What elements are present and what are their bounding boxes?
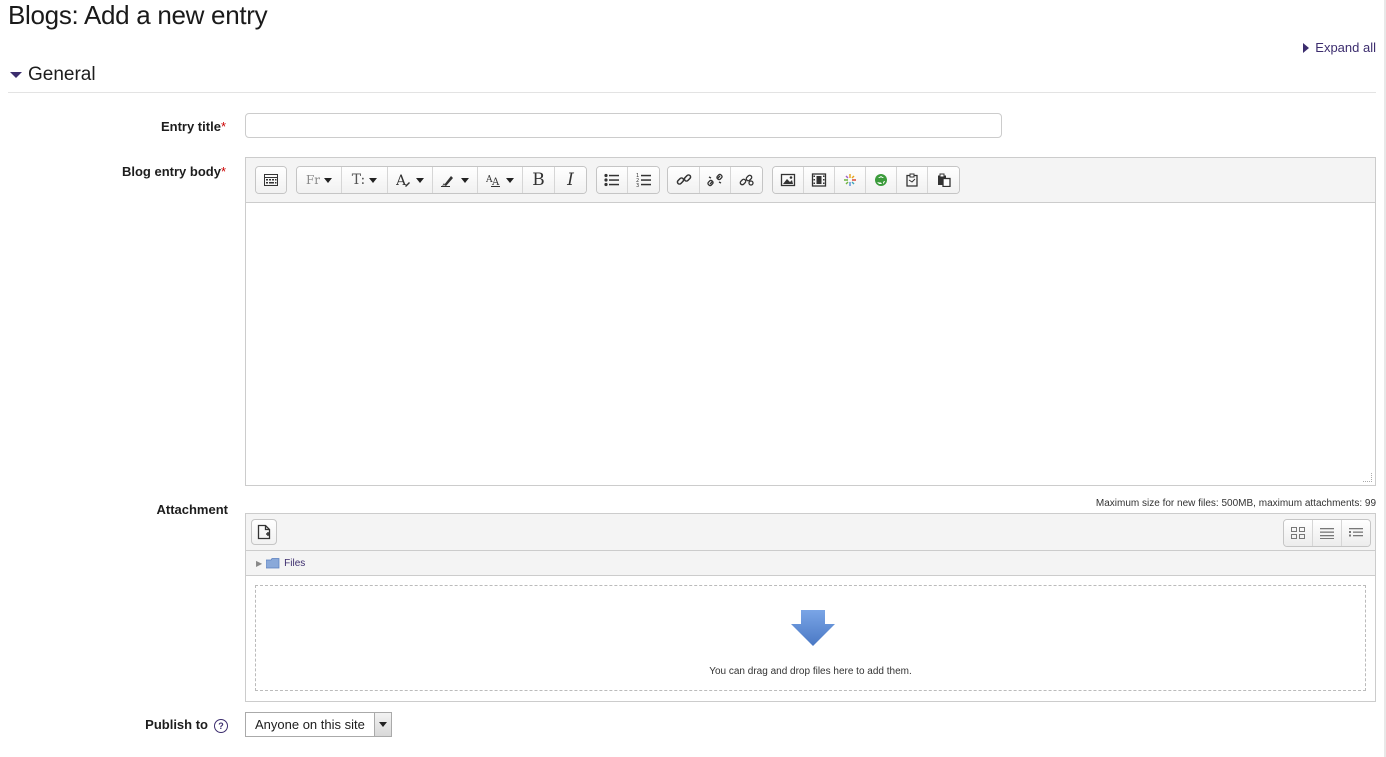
publish-to-value: Anyone on this site <box>255 717 365 732</box>
font-style-button[interactable]: AA <box>478 167 523 193</box>
help-icon[interactable]: ? <box>214 718 228 733</box>
attachment-label: Attachment <box>156 502 228 517</box>
folder-icon <box>266 557 280 568</box>
unlink-icon <box>707 173 723 187</box>
section-title: General <box>28 64 96 85</box>
show-more-buttons-button[interactable] <box>256 167 286 193</box>
font-size-label: T: <box>351 172 366 188</box>
publish-to-label: Publish to? <box>145 717 228 733</box>
insert-image-button[interactable] <box>773 167 804 193</box>
file-path-bar: ▶ Files <box>246 551 1375 576</box>
chevron-down-icon <box>416 177 424 183</box>
highlight-brush-icon <box>441 176 453 187</box>
unordered-list-button[interactable] <box>597 167 628 193</box>
font-size-button[interactable]: T: <box>342 167 388 193</box>
unlink-button[interactable] <box>700 167 731 193</box>
required-mark: * <box>220 119 226 134</box>
toolbar-group-styles: Fr T: A AA B I <box>296 166 587 194</box>
numbered-list-icon: 123 <box>636 173 651 187</box>
toolbar-group-media <box>772 166 960 194</box>
expand-all-link[interactable]: Expand all <box>1303 40 1376 55</box>
link-icon <box>676 174 691 185</box>
insert-media-button[interactable] <box>804 167 835 193</box>
image-icon <box>780 173 796 187</box>
grid-view-icon <box>1291 527 1305 539</box>
svg-text:A: A <box>396 173 407 187</box>
file-limits-text: Maximum size for new files: 500MB, maxim… <box>1095 498 1376 509</box>
editor-toolbar: Fr T: A AA B I 123 <box>246 158 1375 203</box>
font-family-button[interactable]: Fr <box>297 167 342 193</box>
chevron-down-icon <box>324 177 333 183</box>
file-manager-toolbar <box>246 514 1375 551</box>
view-tree-button[interactable] <box>1342 520 1370 546</box>
svg-text:3: 3 <box>636 183 639 187</box>
clipboard-icon <box>906 173 918 187</box>
editor-content-area[interactable] <box>246 203 1375 487</box>
publish-to-label-text: Publish to <box>145 717 208 732</box>
drop-arrow-icon <box>791 610 835 646</box>
expand-folder-icon[interactable]: ▶ <box>256 559 262 568</box>
text-color-icon: A <box>396 173 410 187</box>
manage-files-button[interactable] <box>897 167 928 193</box>
file-manager: ▶ Files You can drag and drop files here… <box>245 513 1376 702</box>
toolbar-group-lists: 123 <box>596 166 660 194</box>
paste-button[interactable] <box>928 167 959 193</box>
insert-equation-button[interactable] <box>835 167 866 193</box>
entry-title-label-text: Entry title <box>160 119 221 134</box>
general-section: General <box>8 64 1376 93</box>
page-title: Blogs: Add a new entry <box>8 0 268 30</box>
publish-to-select[interactable]: Anyone on this site <box>245 712 392 737</box>
drop-zone-text: You can drag and drop files here to add … <box>709 666 912 677</box>
general-section-toggle[interactable]: General <box>8 64 1376 93</box>
collapse-triangle-icon <box>10 72 22 78</box>
chevron-down-icon <box>461 177 469 183</box>
resize-handle-icon[interactable] <box>1363 473 1372 482</box>
ordered-list-button[interactable]: 123 <box>628 167 659 193</box>
highlight-color-button[interactable] <box>433 167 478 193</box>
expand-all-label: Expand all <box>1315 40 1376 55</box>
file-drop-zone[interactable]: You can drag and drop files here to add … <box>255 585 1366 691</box>
blog-body-editor: Fr T: A AA B I 123 <box>245 157 1376 486</box>
italic-button[interactable]: I <box>555 167 586 193</box>
blog-body-label-text: Blog entry body <box>121 164 221 179</box>
link-settings-icon <box>739 174 754 186</box>
font-family-label: Fr <box>305 173 321 187</box>
svg-text:A: A <box>491 177 500 187</box>
view-mode-switcher <box>1283 519 1371 547</box>
text-color-button[interactable]: A <box>388 167 433 193</box>
chevron-down-icon <box>506 177 514 183</box>
sparkle-icon <box>844 174 856 186</box>
view-list-button[interactable] <box>1313 520 1342 546</box>
paste-icon <box>937 173 951 187</box>
entry-title-input[interactable] <box>245 113 1002 138</box>
view-icons-button[interactable] <box>1284 520 1313 546</box>
toolbar-group-links <box>667 166 763 194</box>
files-folder-link[interactable]: Files <box>284 558 305 569</box>
recordrtc-button[interactable] <box>866 167 897 193</box>
bold-button[interactable]: B <box>523 167 555 193</box>
blog-body-label: Blog entry body* <box>122 164 226 179</box>
font-style-icon: AA <box>486 175 500 187</box>
chevron-down-icon <box>374 713 391 736</box>
expand-triangle-icon <box>1303 42 1310 53</box>
toolbar-group-collapse <box>255 166 287 194</box>
manage-links-button[interactable] <box>731 167 762 193</box>
add-file-icon <box>257 524 271 540</box>
film-icon <box>811 173 827 187</box>
required-mark: * <box>220 164 226 179</box>
bullet-list-icon <box>604 173 619 187</box>
recycle-icon <box>875 174 887 186</box>
add-file-button[interactable] <box>251 519 277 545</box>
keyboard-icon <box>264 174 278 186</box>
tree-view-icon <box>1349 528 1363 537</box>
chevron-down-icon <box>369 177 378 183</box>
entry-title-label: Entry title* <box>161 119 226 134</box>
insert-link-button[interactable] <box>668 167 700 193</box>
list-view-icon <box>1320 528 1334 539</box>
